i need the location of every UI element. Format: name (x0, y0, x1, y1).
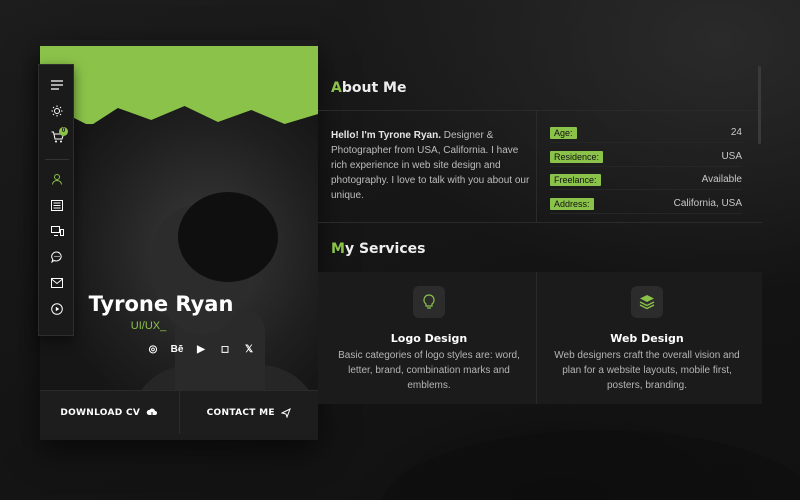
about-divider (536, 110, 537, 222)
info-label: Age: (550, 126, 577, 139)
about-title-first-letter: A (331, 80, 342, 96)
cloud-download-icon (146, 408, 158, 418)
menu-icon[interactable] (39, 73, 75, 97)
play-icon[interactable] (39, 297, 75, 321)
cart-icon[interactable]: 0 (39, 125, 75, 149)
card-footer: DOWNLOAD CV CONTACT ME (40, 390, 318, 434)
x-icon[interactable]: 𝕏 (242, 342, 256, 356)
info-value: 24 (730, 127, 742, 138)
dribbble-icon[interactable]: ◎ (146, 342, 160, 356)
info-value: USA (721, 151, 742, 162)
download-cv-label: DOWNLOAD CV (60, 407, 141, 418)
service-description: Basic categories of logo styles are: wor… (338, 350, 520, 391)
services-title-first-letter: M (331, 241, 345, 257)
scrollbar[interactable] (758, 66, 761, 144)
info-row-address: Address: California, USA (550, 194, 742, 214)
service-description: Web designers craft the overall vision a… (554, 350, 740, 391)
about-title-rest: bout Me (341, 80, 407, 96)
social-links: ◎ Bē ▶ ◻ 𝕏 (146, 342, 256, 356)
contact-me-button[interactable]: CONTACT ME (178, 391, 319, 434)
info-value: California, USA (673, 198, 742, 209)
profile-photo (40, 106, 318, 430)
instagram-icon[interactable]: ◻ (218, 342, 232, 356)
photo-hair (178, 192, 278, 282)
info-label: Freelance: (550, 173, 601, 186)
sidebar-divider (45, 159, 69, 160)
lightbulb-icon (413, 286, 445, 318)
service-title: Web Design (610, 332, 684, 345)
info-value: Available (701, 174, 742, 185)
services-title-rest: y Services (344, 241, 426, 257)
cart-badge: 0 (59, 127, 68, 136)
send-icon (280, 407, 291, 418)
about-title: About Me (331, 80, 406, 96)
section-divider (318, 222, 762, 223)
info-row-residence: Residence: USA (550, 147, 742, 167)
info-row-age: Age: 24 (550, 123, 742, 143)
services-grid: Logo Design Basic categories of logo sty… (318, 272, 762, 404)
behance-icon[interactable]: Bē (170, 342, 184, 356)
info-row-freelance: Freelance: Available (550, 170, 742, 190)
service-card-logo-design: Logo Design Basic categories of logo sty… (318, 272, 540, 404)
info-label: Address: (550, 197, 594, 210)
download-cv-button[interactable]: DOWNLOAD CV (40, 391, 179, 434)
theme-toggle-icon[interactable] (39, 99, 75, 123)
youtube-icon[interactable]: ▶ (194, 342, 208, 356)
section-divider (318, 110, 762, 111)
layers-icon (631, 286, 663, 318)
contact-me-label: CONTACT ME (206, 407, 275, 418)
portfolio-icon[interactable] (39, 219, 75, 243)
about-intro-bold: Hello! I'm Tyrone Ryan. (331, 130, 441, 141)
about-text: Hello! I'm Tyrone Ryan. Designer & Photo… (331, 128, 531, 203)
mail-icon[interactable] (39, 271, 75, 295)
chat-icon[interactable] (39, 245, 75, 269)
resume-icon[interactable] (39, 193, 75, 217)
info-label: Residence: (550, 150, 604, 163)
profile-card (40, 40, 318, 440)
user-icon[interactable] (39, 167, 75, 191)
main-panel: About Me Hello! I'm Tyrone Ryan. Designe… (318, 66, 762, 412)
service-title: Logo Design (390, 332, 468, 345)
sidebar-nav: 0 (38, 64, 74, 336)
services-title: My Services (331, 241, 425, 257)
service-card-web-design: Web Design Web designers craft the overa… (536, 272, 758, 404)
